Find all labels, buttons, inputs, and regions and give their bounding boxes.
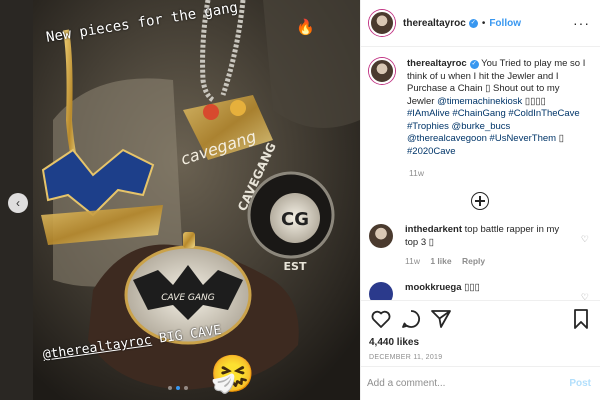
caption-username[interactable]: therealtayroc	[407, 58, 467, 69]
caption-boxes: ▯▯▯▯	[524, 95, 546, 107]
comment-avatar[interactable]	[369, 224, 393, 248]
like-count[interactable]: 4,440 likes	[369, 337, 593, 348]
comment-icon[interactable]	[399, 307, 423, 331]
share-icon[interactable]	[429, 307, 453, 331]
sneezing-face-emoji: 🤧	[210, 353, 255, 394]
verified-badge-icon: ✓	[469, 60, 479, 69]
hashtag-2020cave[interactable]: #2020Cave	[407, 146, 456, 157]
comment-text: ▯▯▯	[464, 281, 480, 293]
load-more-comments-icon[interactable]	[471, 192, 489, 210]
comment-meta: 11w 1 like Reply	[405, 255, 575, 268]
hashtag-iamalive[interactable]: #IAmAlive	[407, 108, 450, 119]
avatar[interactable]	[369, 10, 395, 36]
header-username[interactable]: therealtayroc	[403, 18, 466, 29]
comment-avatar[interactable]	[369, 281, 393, 300]
action-bar	[369, 307, 593, 331]
comment-username[interactable]: inthedarkent	[405, 224, 462, 235]
comment-likes[interactable]: 1 like	[430, 256, 451, 266]
cartoon-figure-1	[203, 104, 219, 120]
header-separator: •	[481, 17, 486, 29]
comments-list[interactable]: therealtayroc ✓ You Tried to play me so I…	[361, 48, 600, 300]
comment-item: mookkruega ▯▯▯ ♡	[369, 281, 591, 301]
pendant-text-est: EST	[284, 260, 307, 273]
add-comment-input[interactable]	[367, 378, 570, 389]
post-date: DECEMBER 11, 2019	[369, 354, 443, 361]
hashtag-chaingang[interactable]: #ChainGang	[452, 108, 505, 119]
hashtag-usneverthem[interactable]: #UsNeverThem	[490, 133, 557, 144]
post-header: therealtayroc ✓ • Follow ···	[361, 0, 600, 47]
carousel-dot	[176, 386, 180, 390]
caption-avatar[interactable]	[369, 58, 395, 84]
post-sidebar: therealtayroc ✓ • Follow ··· therealtayr…	[360, 0, 600, 400]
carousel-dot	[184, 386, 188, 390]
fire-emoji: 🔥	[296, 19, 315, 36]
chevron-left-icon: ‹	[16, 196, 20, 210]
comment-like-heart-icon[interactable]: ♡	[581, 292, 589, 301]
comment-reply-button[interactable]: Reply	[462, 256, 485, 266]
comment-like-heart-icon[interactable]: ♡	[581, 234, 589, 245]
caption-box-single: ▯	[558, 133, 564, 144]
mention-timemachinekiosk[interactable]: @timemachinekiosk	[437, 96, 522, 107]
cartoon-figure-2	[230, 100, 246, 116]
carousel-dot	[168, 386, 172, 390]
carousel-previous-button[interactable]: ‹	[8, 193, 28, 213]
comment-body: inthedarkent top battle rapper in my top…	[405, 224, 575, 268]
pendant-bail	[183, 232, 195, 248]
bookmark-icon[interactable]	[569, 307, 593, 331]
post-caption: therealtayroc ✓ You Tried to play me so I…	[369, 58, 591, 158]
comment-time: 11w	[405, 256, 420, 266]
carousel-indicator	[168, 386, 188, 390]
hashtag-trophies[interactable]: #Trophies	[407, 121, 449, 132]
mention-therealcavegoon[interactable]: @therealcavegoon	[407, 133, 487, 144]
hashtag-coldinthecave[interactable]: #ColdInTheCave	[508, 108, 579, 119]
post-comment-button[interactable]: Post	[569, 378, 591, 389]
heart-icon[interactable]	[369, 307, 393, 331]
more-options-icon[interactable]: ···	[573, 15, 590, 31]
post-actions: 4,440 likes DECEMBER 11, 2019	[361, 300, 600, 361]
follow-button[interactable]: Follow	[489, 18, 521, 29]
pendant-text-cg: CG	[281, 209, 309, 230]
caption-text: therealtayroc ✓ You Tried to play me so I…	[407, 58, 587, 158]
comment-username[interactable]: mookkruega	[405, 282, 462, 293]
caption-timestamp: 11w	[409, 168, 424, 178]
verified-badge-icon: ✓	[468, 18, 478, 28]
comment-body: mookkruega ▯▯▯	[405, 282, 575, 301]
post-media[interactable]: cavegang CG CAVEGANG EST CAVE GANG New p…	[0, 0, 360, 400]
comment-composer: Post	[361, 366, 600, 400]
pendant-text-cave-gang: CAVE GANG	[161, 293, 215, 303]
mention-burke-bucs[interactable]: @burke_bucs	[452, 121, 511, 132]
comment-item: inthedarkent top battle rapper in my top…	[369, 224, 591, 268]
